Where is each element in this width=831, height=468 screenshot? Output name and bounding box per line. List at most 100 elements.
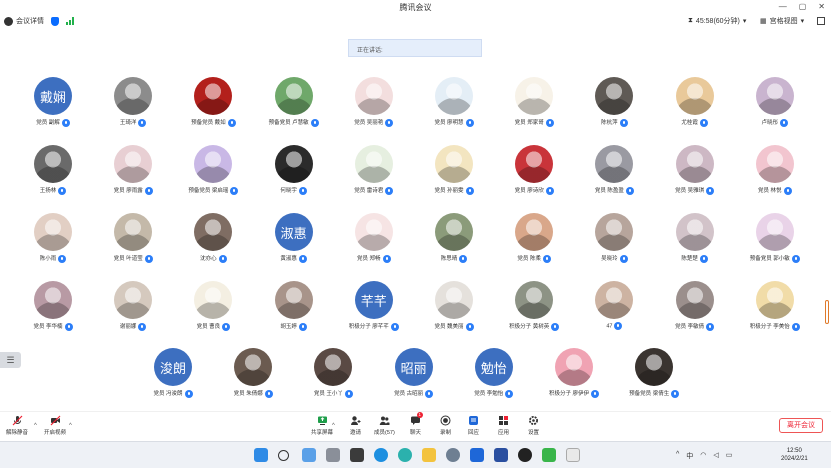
members-button[interactable]: 成员(57): [374, 415, 395, 436]
participant-tile[interactable]: 预备党员 卢慧敏: [254, 77, 334, 133]
participant-tile[interactable]: 党员 廖诗欣: [494, 145, 574, 201]
participant-tile[interactable]: 积极分子 李美怡: [735, 281, 815, 337]
security-shield-icon[interactable]: [51, 16, 59, 26]
search-icon[interactable]: [278, 450, 289, 461]
participant-tile[interactable]: 卢晓彤: [735, 77, 815, 133]
side-list-button[interactable]: ☰: [0, 352, 21, 368]
qq-icon[interactable]: [518, 448, 532, 462]
meeting-timer[interactable]: ⧗ 45:58(60分钟) ▾: [688, 16, 746, 26]
participant-tile[interactable]: 陈小雨: [13, 213, 93, 269]
participant-tile[interactable]: 党员 朱倩娜: [213, 348, 293, 404]
volume-icon[interactable]: ◁: [713, 451, 718, 461]
participant-tile[interactable]: 预备党员 梁倩生: [614, 348, 694, 404]
app-icon[interactable]: [350, 448, 364, 462]
battery-icon[interactable]: ▭: [726, 451, 733, 461]
participant-tile[interactable]: 党员 吴雅琪: [655, 145, 735, 201]
participant-tile[interactable]: 党员 陈盈盈: [574, 145, 654, 201]
participant-tile[interactable]: 党员 李敏倩: [655, 281, 735, 337]
participant-tile[interactable]: 芊芊 积极分子 廖芊芊: [334, 281, 414, 337]
record-button[interactable]: 录制: [440, 415, 451, 436]
participant-tile[interactable]: 陈思晴: [414, 213, 494, 269]
system-clock[interactable]: 12:50 2024/2/21: [781, 447, 808, 463]
settings-app-icon[interactable]: [446, 448, 460, 462]
edge-browser-icon[interactable]: [374, 448, 388, 462]
chevron-up-icon[interactable]: ^: [69, 423, 72, 429]
participant-tile[interactable]: 党员 郑家哥: [494, 77, 574, 133]
participant-tile[interactable]: 党员 雷诗君: [334, 145, 414, 201]
participant-tile[interactable]: 党员 林悦: [735, 145, 815, 201]
participant-tile[interactable]: 47: [574, 281, 654, 337]
avatar: [675, 145, 714, 183]
participant-tile[interactable]: 尤桂霞: [655, 77, 735, 133]
close-button[interactable]: ✕: [818, 2, 825, 11]
mic-muted-icon: [706, 322, 715, 331]
leave-meeting-button[interactable]: 离开会议: [779, 418, 823, 433]
invite-button[interactable]: 邀请: [350, 415, 361, 436]
chevron-up-icon[interactable]: ^: [332, 423, 335, 429]
app-icon[interactable]: [566, 448, 580, 462]
wechat-icon[interactable]: [542, 448, 556, 462]
start-menu-icon[interactable]: [254, 448, 268, 462]
participant-tile[interactable]: 党员 孙丽雯: [414, 145, 494, 201]
settings-button[interactable]: 设置: [528, 415, 539, 436]
widgets-icon[interactable]: [302, 448, 316, 462]
participant-tile[interactable]: 党员 王小丫: [293, 348, 373, 404]
participant-tile[interactable]: 沈亦心: [173, 213, 253, 269]
participant-name: 党员 古昭丽: [394, 391, 424, 397]
wifi-icon[interactable]: ◠: [700, 451, 706, 461]
meeting-details-button[interactable]: 会议详情: [4, 16, 74, 26]
participant-tile[interactable]: 陈杭萍: [574, 77, 654, 133]
participant-tile[interactable]: 吴晓玲: [574, 213, 654, 269]
participant-tile[interactable]: 浚朗 党员 冯浚朗: [133, 348, 213, 404]
participant-tile[interactable]: 党员 魏美丽: [414, 281, 494, 337]
participant-tile[interactable]: 积极分子 廖伊伊: [534, 348, 614, 404]
participant-tile[interactable]: 党员 曹良: [173, 281, 253, 337]
participant-tile[interactable]: 预备党员 梁启瑶: [173, 145, 253, 201]
participant-tile[interactable]: 党员 叶道莹: [93, 213, 173, 269]
scroll-handle[interactable]: [825, 300, 829, 324]
participant-tile[interactable]: 戴娴 党员 副解: [13, 77, 93, 133]
mic-muted-icon: [184, 389, 193, 398]
participant-tile[interactable]: 昭丽 党员 古昭丽: [374, 348, 454, 404]
participant-name: 沈亦心: [200, 256, 217, 262]
start-video-button[interactable]: 开启视频: [44, 415, 66, 436]
participant-tile[interactable]: 党员 郑畅: [334, 213, 414, 269]
chevron-up-icon[interactable]: ^: [676, 451, 679, 461]
participant-tile[interactable]: 党员 吴丽艳: [334, 77, 414, 133]
browser-icon[interactable]: [398, 448, 412, 462]
participant-tile[interactable]: 胡玉婷: [254, 281, 334, 337]
participant-tile[interactable]: 党员 李华楠: [13, 281, 93, 337]
chevron-up-icon[interactable]: ^: [34, 423, 37, 429]
task-view-icon[interactable]: [326, 448, 340, 462]
network-signal-icon[interactable]: [66, 17, 74, 25]
language-indicator[interactable]: 中: [686, 451, 693, 461]
participant-tile[interactable]: 淑惠 黄淑惠: [254, 213, 334, 269]
participant-tile[interactable]: 预备党员 郭小敏: [735, 213, 815, 269]
apps-button[interactable]: 应用: [498, 415, 509, 436]
tencent-meeting-icon[interactable]: [470, 448, 484, 462]
participant-tile[interactable]: 王扬林: [13, 145, 93, 201]
reactions-button[interactable]: 回应: [468, 415, 479, 436]
participant-tile[interactable]: 党员 廖雨露: [93, 145, 173, 201]
participant-tile[interactable]: 勉怡 党员 李勉怡: [454, 348, 534, 404]
minimize-button[interactable]: —: [779, 2, 787, 11]
maximize-button[interactable]: ▢: [799, 2, 807, 11]
unmute-button[interactable]: 解除静音: [6, 415, 28, 436]
share-screen-button[interactable]: 共享屏幕: [311, 415, 333, 436]
fullscreen-icon[interactable]: [817, 17, 825, 25]
participant-tile[interactable]: 党员 廖明慧: [414, 77, 494, 133]
participant-tile[interactable]: 谢丽娜: [93, 281, 173, 337]
mic-muted-icon: [382, 254, 391, 263]
participant-name: 卢晓彤: [761, 120, 779, 126]
participant-tile[interactable]: 积极分子 黄树英: [494, 281, 574, 337]
participant-tile[interactable]: 王琦洋: [93, 77, 173, 133]
participant-tile[interactable]: 陈楚楚: [655, 213, 735, 269]
file-explorer-icon[interactable]: [422, 448, 436, 462]
participant-tile[interactable]: 何晓宇: [254, 145, 334, 201]
participant-tile[interactable]: 预备党员 戴如: [173, 77, 253, 133]
app-icon[interactable]: [494, 448, 508, 462]
participant-tile[interactable]: 党员 陈柔: [494, 213, 574, 269]
view-mode-button[interactable]: ▦ 宫格视图 ▾: [760, 16, 804, 26]
chat-button[interactable]: 1 聊天: [410, 412, 423, 436]
participant-name-row: 党员 雷诗君: [334, 186, 414, 195]
